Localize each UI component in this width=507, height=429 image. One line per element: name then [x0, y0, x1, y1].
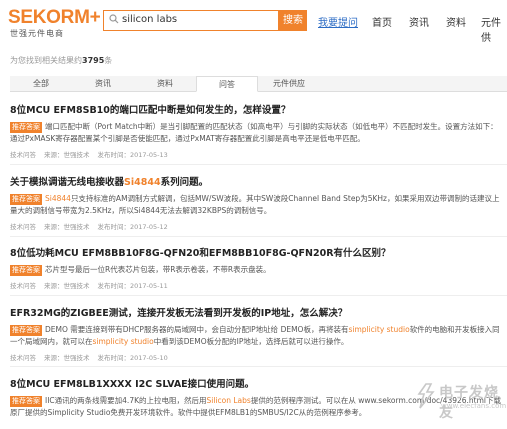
- watermark-url: www.elecfans.com: [441, 402, 507, 410]
- result-meta: 技术问答 来源：世强技术 发布时间：2017-05-11: [10, 280, 505, 290]
- result-count-prefix: 为您找到相关结果约: [10, 56, 82, 65]
- result-author: 技术问答: [10, 282, 36, 290]
- result-source: 来源：世强技术: [44, 223, 90, 231]
- result-date: 发布时间：2017-05-13: [97, 151, 168, 159]
- tab-docs[interactable]: 资料: [134, 76, 196, 91]
- result-author: 技术问答: [10, 223, 36, 231]
- result-body-highlight: Silicon Labs: [206, 396, 251, 405]
- watermark-logo-icon: [417, 383, 435, 409]
- tab-qa[interactable]: 问答: [196, 76, 258, 92]
- result-meta: 技术问答 来源：世强技术 发布时间：2017-05-10: [10, 352, 505, 362]
- result-tabs: 全部 资讯 资料 问答 元件供应: [10, 76, 507, 92]
- result-title-highlight: Si4844: [124, 177, 161, 188]
- logo-plus: +: [89, 7, 101, 28]
- tab-all[interactable]: 全部: [10, 76, 72, 91]
- search-input[interactable]: silicon labs: [103, 10, 279, 31]
- result-body: 推荐答案 DEMO 需要连接到带有DHCP服务器的局域网中，会自动分配IP地址给 …: [10, 324, 505, 348]
- result-meta: 技术问答 来源：世强技术 发布时间：2017-05-13: [10, 149, 505, 159]
- watermark: 电子发烧友 www.elecfans.com: [413, 378, 507, 421]
- search-icon: [109, 14, 119, 24]
- result-body-text: DEMO 需要连接到带有DHCP服务器的局域网中，会自动分配IP地址给 DEMO…: [45, 325, 349, 334]
- result-item: EFR32MG的ZIGBEE测试，连接开发板无法看到开发板的IP地址，怎么解决？…: [10, 305, 505, 362]
- result-title-text: 关于模拟调谐无线电接收器: [10, 177, 125, 188]
- logo-subtitle: 世强元件电商: [10, 29, 64, 38]
- result-author: 技术问答: [10, 151, 36, 159]
- result-date: 发布时间：2017-05-11: [97, 282, 168, 290]
- result-source: 来源：世强技术: [44, 354, 90, 362]
- tab-supply[interactable]: 元件供应: [258, 76, 320, 91]
- divider: [10, 366, 507, 367]
- result-body-text: 芯片型号最后一位R代表芯片包装，带R表示卷装，不带R表示盘装。: [45, 265, 271, 274]
- result-item: 关于模拟调谐无线电接收器Si4844系列问题。 推荐答案 Si4844只支持标准的…: [10, 174, 505, 231]
- result-body-highlight: simplicity studio: [348, 325, 410, 334]
- result-title[interactable]: 8位MCU EFM8SB10的端口匹配中断是如何发生的，怎样设置？: [10, 102, 505, 116]
- result-meta: 技术问答 来源：世强技术 发布时间：2017-05-12: [10, 221, 505, 231]
- result-body-text: IIC通讯的两条线需要加4.7K的上拉电阻，然后用: [45, 396, 207, 405]
- result-body: 推荐答案 端口匹配中断（Port Match中断）是当引脚配置的匹配状态（如高电平…: [10, 121, 505, 145]
- result-author: 技术问答: [10, 354, 36, 362]
- result-date: 发布时间：2017-05-12: [97, 223, 168, 231]
- nav-components[interactable]: 元件供: [481, 14, 507, 44]
- result-title[interactable]: 8位低功耗MCU EFM8BB10F8G-QFN20和EFM8BB10F8G-Q…: [10, 245, 505, 259]
- divider: [10, 295, 507, 296]
- logo[interactable]: SEKORM+: [8, 7, 101, 29]
- logo-text: SEKORM: [8, 7, 90, 28]
- result-body: 推荐答案 芯片型号最后一位R代表芯片包装，带R表示卷装，不带R表示盘装。: [10, 264, 505, 276]
- result-item: 8位MCU EFM8SB10的端口匹配中断是如何发生的，怎样设置？ 推荐答案 端口…: [10, 102, 505, 159]
- tab-news[interactable]: 资讯: [72, 76, 134, 91]
- result-body-text: 只支持标准的AM调制方式解调，包括MW/SW波段。其中SW波段Channel B…: [10, 194, 500, 215]
- ask-question-link[interactable]: 我要提问: [318, 14, 358, 29]
- result-item: 8位低功耗MCU EFM8BB10F8G-QFN20和EFM8BB10F8G-Q…: [10, 245, 505, 290]
- nav-home[interactable]: 首页: [372, 14, 392, 29]
- recommended-answer-badge: 推荐答案: [10, 325, 42, 336]
- recommended-answer-badge: 推荐答案: [10, 265, 42, 276]
- nav-news[interactable]: 资讯: [409, 14, 429, 29]
- result-count-suffix: 条: [104, 56, 113, 65]
- recommended-answer-badge: 推荐答案: [10, 396, 42, 407]
- result-body-text: 中看到该DEMO板分配的IP地址，选择后就可以进行操作。: [153, 337, 349, 346]
- result-title[interactable]: 关于模拟调谐无线电接收器Si4844系列问题。: [10, 174, 505, 188]
- result-source: 来源：世强技术: [44, 282, 90, 290]
- divider: [10, 164, 507, 165]
- result-body: 推荐答案 Si4844只支持标准的AM调制方式解调，包括MW/SW波段。其中SW波…: [10, 193, 505, 217]
- header: SEKORM+ 世强元件电商 silicon labs 搜索 我要提问 首页 资…: [0, 0, 507, 44]
- search-button[interactable]: 搜索: [279, 10, 307, 31]
- search-value: silicon labs: [122, 14, 178, 25]
- recommended-answer-badge: 推荐答案: [10, 194, 42, 205]
- result-date: 发布时间：2017-05-10: [97, 354, 168, 362]
- result-body-text: 端口匹配中断（Port Match中断）是当引脚配置的匹配状态（如高电平）与引脚…: [10, 122, 498, 143]
- result-title[interactable]: EFR32MG的ZIGBEE测试，连接开发板无法看到开发板的IP地址，怎么解决？: [10, 305, 505, 319]
- result-count: 为您找到相关结果约3795条: [10, 55, 112, 66]
- result-body-highlight: Si4844: [45, 194, 71, 203]
- result-body-highlight: simplicity studio: [92, 337, 154, 346]
- result-title-text: 系列问题。: [160, 177, 209, 188]
- result-count-number: 3795: [82, 56, 105, 65]
- divider: [10, 236, 507, 237]
- result-source: 来源：世强技术: [44, 151, 90, 159]
- recommended-answer-badge: 推荐答案: [10, 122, 42, 133]
- nav-docs[interactable]: 资料: [446, 14, 466, 29]
